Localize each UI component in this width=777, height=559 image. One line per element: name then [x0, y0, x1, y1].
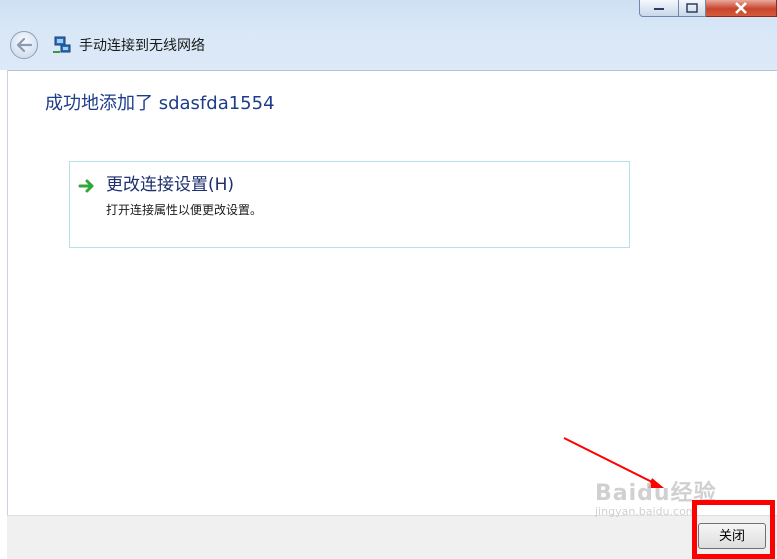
change-settings-link[interactable]: 更改连接设置(H) — [106, 173, 234, 197]
minimize-button[interactable] — [639, 0, 679, 17]
green-arrow-icon — [78, 179, 94, 193]
change-settings-description: 打开连接属性以便更改设置。 — [106, 203, 263, 217]
wireless-network-icon — [53, 36, 71, 53]
minimize-icon — [654, 8, 664, 10]
page-heading: 成功地添加了 sdasfda1554 — [45, 93, 275, 114]
window-close-button[interactable] — [706, 0, 777, 17]
maximize-button[interactable] — [679, 0, 706, 17]
back-button[interactable] — [10, 31, 38, 59]
window-controls — [639, 0, 777, 17]
back-arrow-icon — [16, 38, 32, 52]
highlight-box — [692, 500, 775, 559]
close-icon — [735, 2, 747, 14]
footer-bar — [7, 515, 777, 559]
maximize-icon — [686, 3, 698, 13]
window-title: 手动连接到无线网络 — [79, 38, 205, 54]
